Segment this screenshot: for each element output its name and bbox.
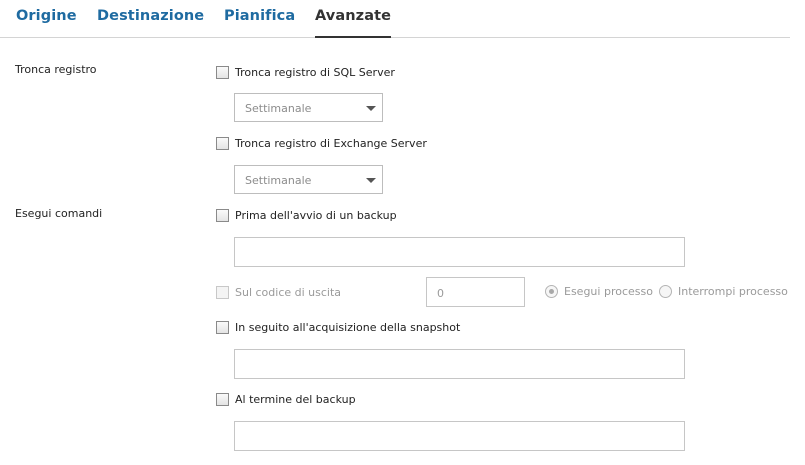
run-process-label: Esegui processo [564,284,653,298]
before-backup-label: Prima dell'avvio di un backup [235,208,397,222]
after-snapshot-label: In seguito all'acquisizione della snapsh… [235,320,461,334]
chevron-down-icon [366,178,376,183]
run-process-radio-row[interactable]: Esegui processo [545,284,653,298]
before-backup-command-input[interactable] [234,237,685,267]
after-snapshot-command-input[interactable] [234,349,685,379]
exit-code-input[interactable]: 0 [426,277,525,307]
after-backup-checkbox-row[interactable]: Al termine del backup [216,392,356,406]
exit-code-label: Sul codice di uscita [235,285,342,299]
exit-code-checkbox-row[interactable]: Sul codice di uscita [216,285,341,299]
run-process-radio[interactable] [545,284,558,298]
tab-origine[interactable]: Origine [16,8,77,38]
truncate-log-section-label: Tronca registro [15,63,97,76]
exit-code-value: 0 [437,287,444,300]
abort-process-radio[interactable] [659,284,672,298]
run-commands-section-label: Esegui comandi [15,207,103,220]
truncate-exchange-checkbox[interactable] [216,136,229,150]
abort-process-radio-row[interactable]: Interrompi processo [659,284,788,298]
exit-code-checkbox[interactable] [216,285,229,299]
truncate-sql-label: Tronca registro di SQL Server [235,65,395,79]
truncate-sql-checkbox[interactable] [216,65,229,79]
truncate-exchange-checkbox-row[interactable]: Tronca registro di Exchange Server [216,136,427,150]
abort-process-label: Interrompi processo [678,284,788,298]
after-snapshot-checkbox-row[interactable]: In seguito all'acquisizione della snapsh… [216,320,460,334]
after-backup-command-input[interactable] [234,421,685,451]
truncate-sql-frequency-value: Settimanale [245,102,312,115]
truncate-exchange-frequency-select[interactable]: Settimanale [234,165,383,194]
before-backup-checkbox-row[interactable]: Prima dell'avvio di un backup [216,208,397,222]
chevron-down-icon [366,106,376,111]
truncate-exchange-frequency-value: Settimanale [245,174,312,187]
after-snapshot-checkbox[interactable] [216,320,229,334]
after-backup-label: Al termine del backup [235,392,356,406]
before-backup-checkbox[interactable] [216,208,229,222]
truncate-sql-checkbox-row[interactable]: Tronca registro di SQL Server [216,65,395,79]
truncate-exchange-label: Tronca registro di Exchange Server [235,136,427,150]
tab-destinazione[interactable]: Destinazione [97,8,204,38]
after-backup-checkbox[interactable] [216,392,229,406]
tab-pianifica[interactable]: Pianifica [224,8,295,38]
tab-bar: Origine Destinazione Pianifica Avanzate [0,0,790,38]
tab-avanzate[interactable]: Avanzate [315,8,392,38]
truncate-sql-frequency-select[interactable]: Settimanale [234,93,383,122]
